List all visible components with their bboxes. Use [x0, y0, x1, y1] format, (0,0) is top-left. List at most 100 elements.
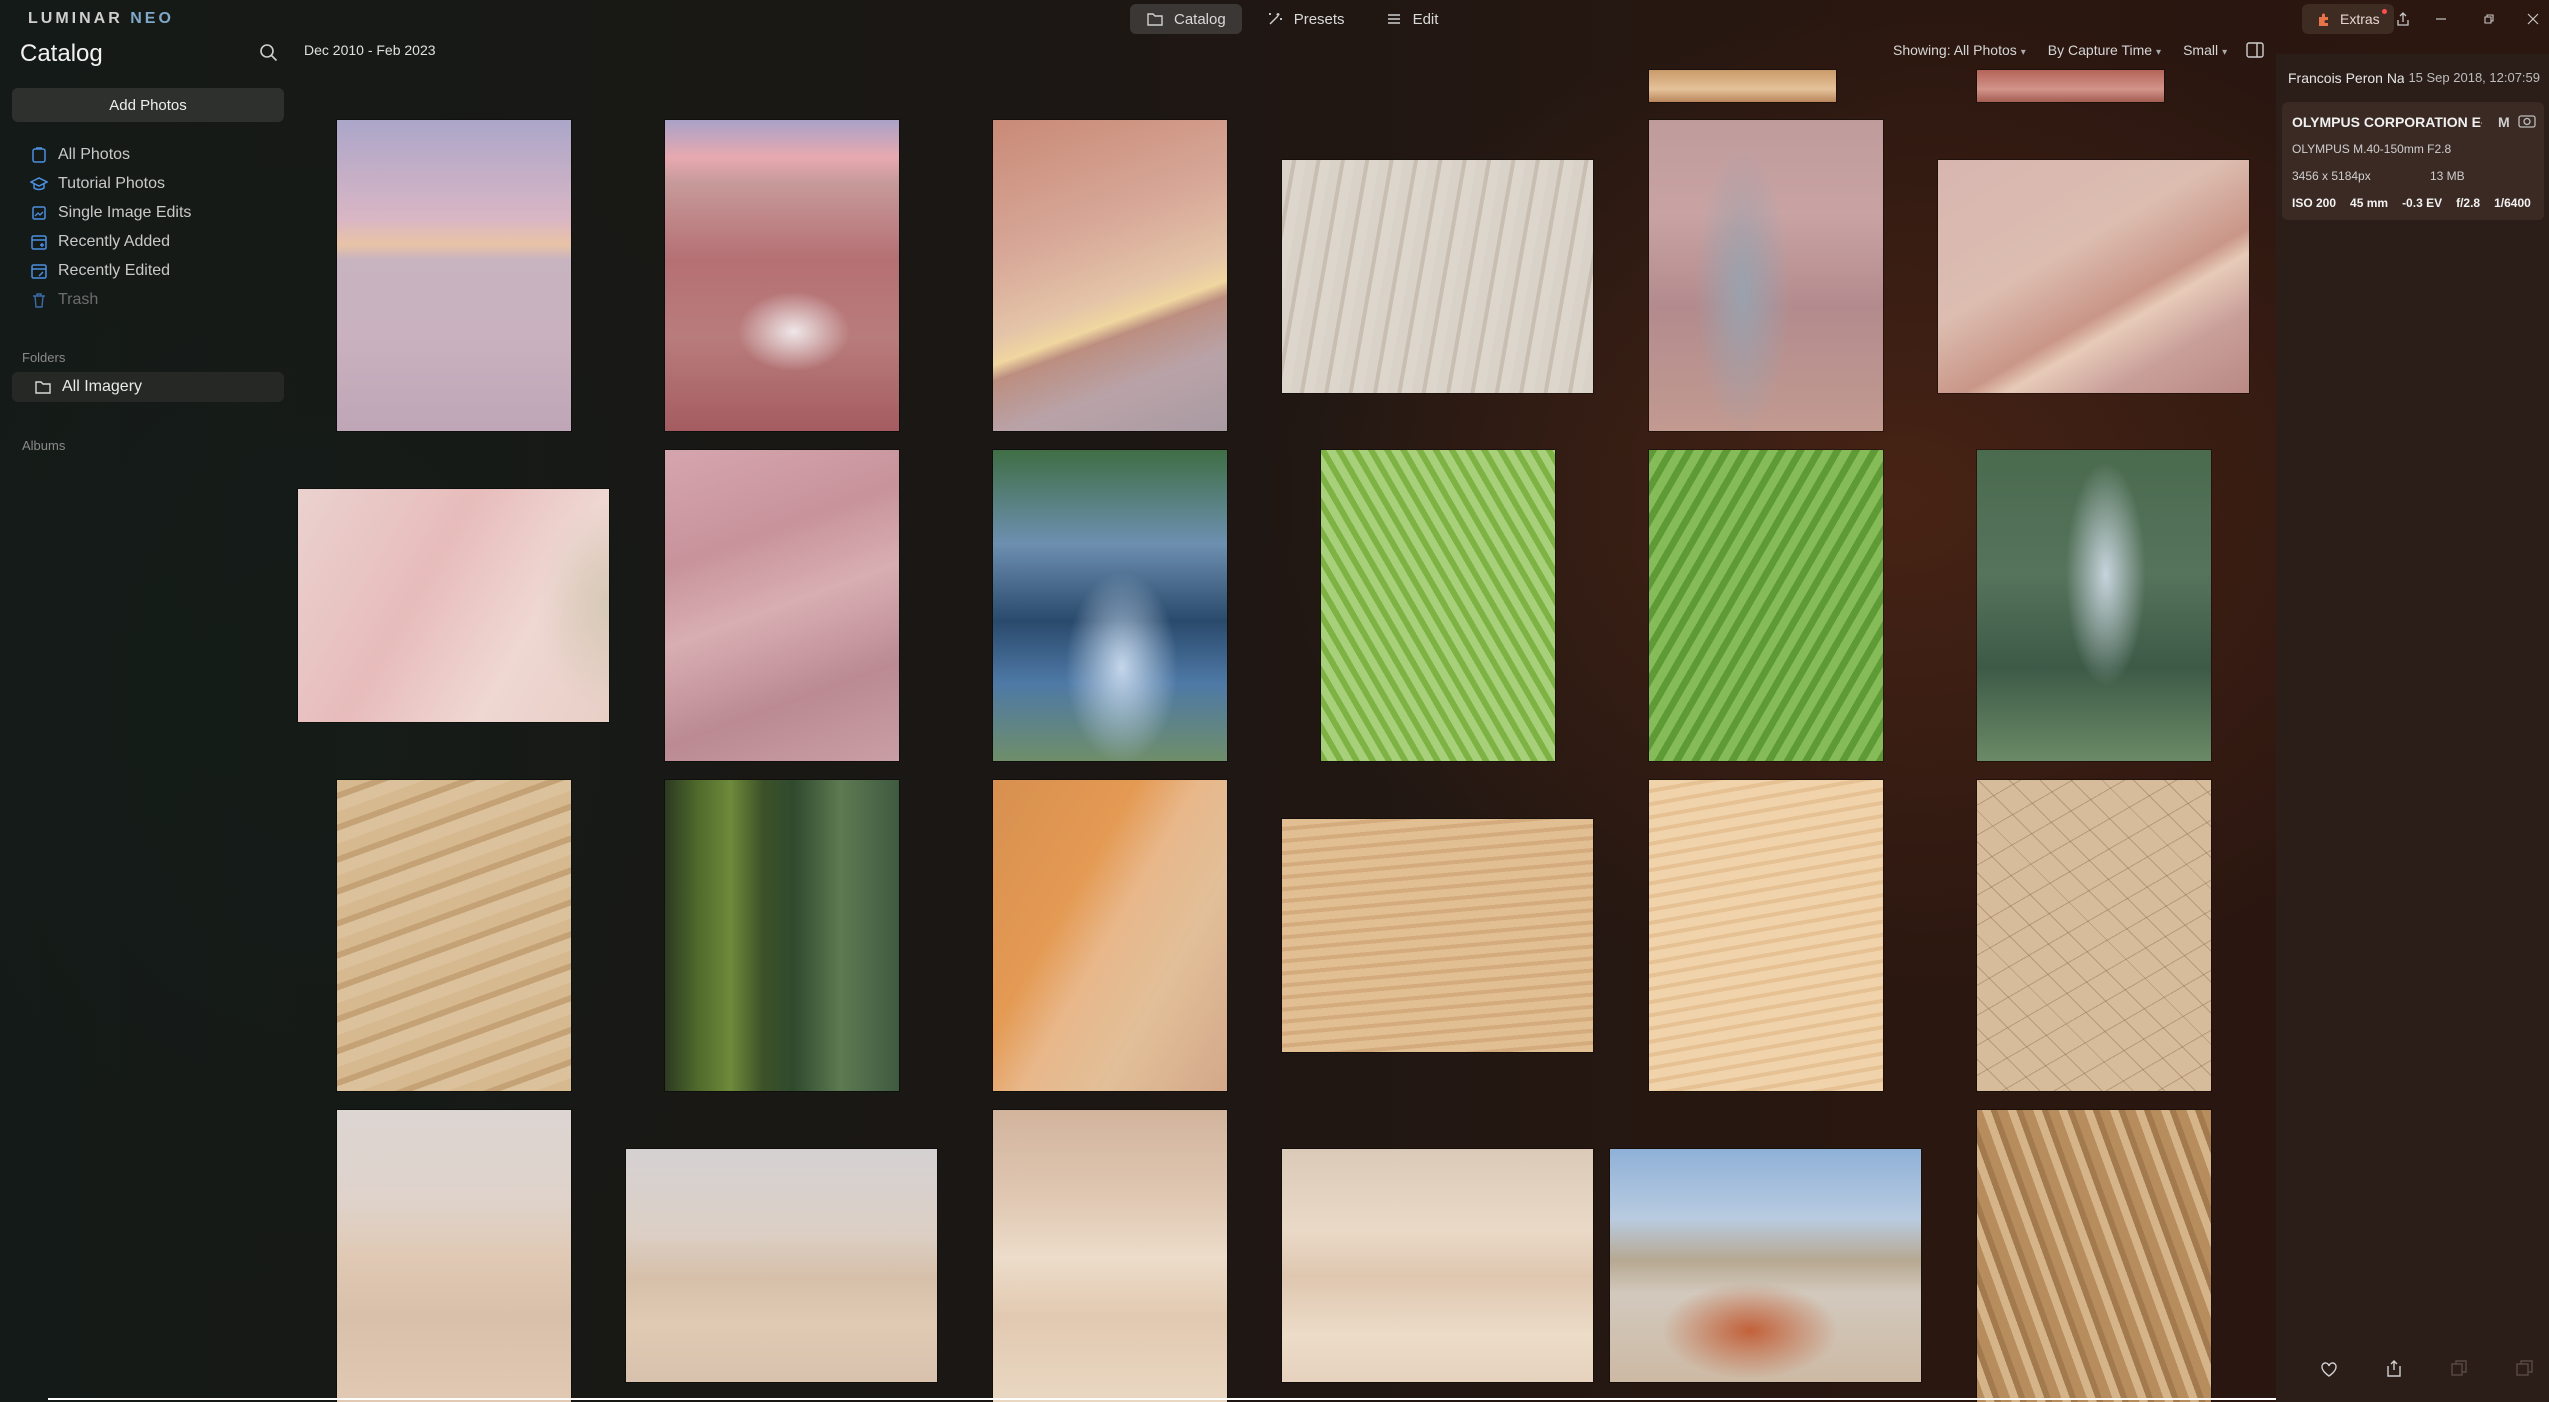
photo-thumbnail[interactable]: [665, 780, 899, 1091]
albums-heading: Albums: [22, 438, 66, 453]
folder-item-label: All Imagery: [62, 378, 143, 395]
sidebar-title: Catalog: [20, 40, 103, 67]
photo-thumbnail[interactable]: [298, 489, 609, 722]
iso-value: ISO 200: [2292, 196, 2337, 210]
photo-thumbnail[interactable]: [1282, 1149, 1593, 1382]
heart-icon[interactable]: [2318, 1358, 2340, 1380]
photo-thumbnail[interactable]: [1649, 450, 1883, 761]
panel-toggle-icon[interactable]: [2245, 40, 2265, 60]
file-size: 13 MB: [2430, 169, 2465, 183]
folder-icon: [1147, 13, 1163, 26]
photo-thumbnail[interactable]: [1938, 160, 2249, 393]
close-icon[interactable]: [2522, 8, 2544, 30]
photo-thumbnail[interactable]: [1321, 450, 1555, 761]
sidebar-item-label: Trash: [58, 290, 99, 308]
photo-thumbnail[interactable]: [1977, 70, 2164, 102]
sidebar-item-label: Recently Added: [58, 232, 171, 250]
folders-heading: Folders: [22, 350, 66, 365]
tab-edit-label: Edit: [1412, 10, 1439, 28]
showing-filter-label: Showing: All Photos: [1893, 42, 2017, 58]
app-logo: LUMINAR NEO: [28, 10, 174, 28]
folder-item-all-imagery[interactable]: All Imagery: [12, 372, 284, 402]
photo-thumbnail[interactable]: [337, 1110, 571, 1402]
photo-thumbnail[interactable]: [1649, 780, 1883, 1091]
sidebar-item-label: Tutorial Photos: [58, 174, 166, 192]
add-photos-button[interactable]: Add Photos: [12, 88, 284, 122]
sidebar-item-recently-edited[interactable]: Recently Edited: [30, 256, 191, 285]
sidebar-item-tutorial-photos[interactable]: Tutorial Photos: [30, 169, 191, 198]
camera-icon: [2518, 115, 2536, 128]
brand-accent: NEO: [130, 10, 174, 27]
extras-label: Extras: [2340, 11, 2380, 27]
capture-date: 15 Sep 2018, 12:07:59: [2404, 70, 2540, 85]
photo-thumbnail[interactable]: [993, 1110, 1227, 1402]
catalog-nav: All Photos Tutorial Photos Single Image …: [30, 140, 191, 314]
photo-thumbnail[interactable]: [1977, 1110, 2211, 1402]
sidebar-item-recently-added[interactable]: Recently Added: [30, 227, 191, 256]
compare-icon: [2451, 1360, 2467, 1376]
focal-length: 45 mm: [2350, 196, 2389, 210]
photo-thumbnail[interactable]: [1977, 780, 2211, 1091]
exposure-mode-badge: M: [2498, 114, 2510, 130]
sidebar-item-label: Single Image Edits: [58, 203, 192, 221]
photo-thumbnail[interactable]: [337, 120, 571, 431]
photos-icon: [32, 146, 46, 163]
tab-edit[interactable]: Edit: [1369, 4, 1455, 34]
image-dimensions: 3456 x 5184px: [2292, 169, 2371, 183]
exif-row: ISO 200 45 mm -0.3 EV f/2.8 1/6400: [2292, 196, 2531, 210]
add-photos-label: Add Photos: [109, 96, 187, 114]
scroll-indicator: [48, 1398, 2276, 1400]
photo-thumbnail[interactable]: [337, 780, 571, 1091]
photo-thumbnail[interactable]: [1282, 819, 1593, 1052]
export-icon[interactable]: [2383, 1358, 2405, 1380]
photo-grid: [294, 64, 2274, 1402]
minimize-icon[interactable]: [2430, 8, 2452, 30]
info-header: Francois Peron National Park 15 Sep 2018…: [2288, 70, 2540, 86]
share-icon[interactable]: [2392, 8, 2414, 30]
single-image-icon: [32, 205, 46, 220]
sort-label: By Capture Time: [2047, 42, 2153, 58]
sidebar-item-all-photos[interactable]: All Photos: [30, 140, 191, 169]
chevron-down-icon: ▾: [2222, 47, 2228, 58]
chevron-down-icon: ▾: [2020, 47, 2026, 58]
mode-switcher: Catalog Presets Edit: [1130, 4, 1454, 34]
photo-thumbnail[interactable]: [1282, 160, 1593, 393]
thumb-size-label: Small: [2183, 42, 2219, 58]
sidebar-item-label: All Photos: [58, 145, 131, 163]
tab-presets[interactable]: Presets: [1250, 4, 1361, 34]
photo-thumbnail[interactable]: [1649, 120, 1883, 431]
grid-filters: Showing: All Photos ▾ By Capture Time ▾ Sm…: [1893, 42, 2227, 58]
brand-name: LUMINAR: [28, 10, 123, 27]
shutter-speed: 1/6400: [2494, 196, 2531, 210]
photo-thumbnail[interactable]: [665, 450, 899, 761]
sidebar: Catalog Add Photos All Photos Tutorial P…: [0, 38, 292, 1402]
sparkle-icon: [1268, 13, 1282, 25]
sliders-icon: [1387, 14, 1400, 24]
photo-thumbnail[interactable]: [993, 120, 1227, 431]
photo-thumbnail[interactable]: [1610, 1149, 1921, 1382]
photo-thumbnail[interactable]: [1649, 70, 1836, 102]
chevron-down-icon: ▾: [2156, 47, 2162, 58]
puzzle-icon: [2319, 13, 2328, 26]
graduation-cap-icon: [30, 176, 48, 190]
sidebar-item-single-image-edits[interactable]: Single Image Edits: [30, 198, 191, 227]
photo-thumbnail[interactable]: [626, 1149, 937, 1382]
sidebar-item-trash[interactable]: Trash: [30, 285, 191, 314]
photo-thumbnail[interactable]: [993, 450, 1227, 761]
photo-thumbnail[interactable]: [1977, 450, 2211, 761]
calendar-plus-icon: [31, 234, 47, 250]
info-panel: Francois Peron National Park 15 Sep 2018…: [2276, 54, 2549, 1402]
metadata-card: OLYMPUS CORPORATION E-M1MarkII M OLYMPUS…: [2282, 102, 2544, 220]
sort-dropdown[interactable]: By Capture Time ▾: [2048, 42, 2161, 58]
restore-icon[interactable]: [2478, 8, 2500, 30]
photo-thumbnail[interactable]: [665, 120, 899, 431]
tab-catalog[interactable]: Catalog: [1130, 4, 1242, 34]
aperture-value: f/2.8: [2456, 196, 2481, 210]
thumb-size-dropdown[interactable]: Small ▾: [2183, 42, 2227, 58]
photo-thumbnail[interactable]: [993, 780, 1227, 1091]
extras-button[interactable]: Extras: [2302, 4, 2394, 34]
showing-filter[interactable]: Showing: All Photos ▾: [1893, 42, 2026, 58]
search-icon[interactable]: [258, 42, 280, 64]
folder-icon: [35, 381, 51, 394]
camera-model: OLYMPUS CORPORATION E-M1MarkII: [2292, 114, 2482, 130]
